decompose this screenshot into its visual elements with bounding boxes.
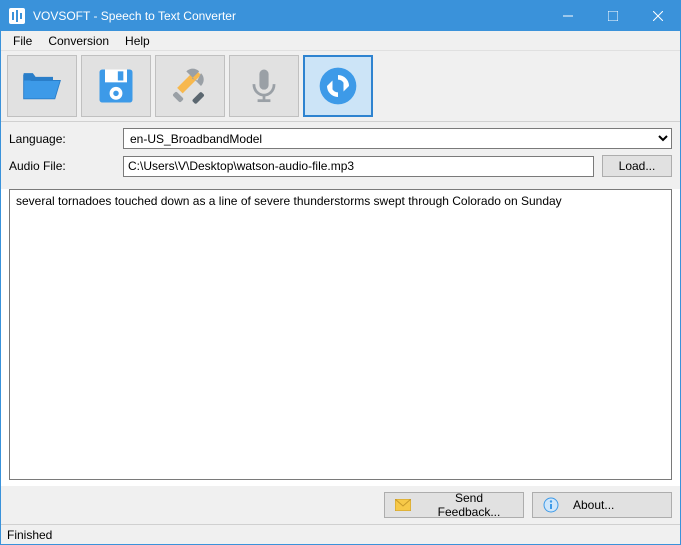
status-text: Finished: [7, 528, 52, 542]
about-label: About...: [573, 498, 614, 512]
send-feedback-label: Send Feedback...: [425, 491, 513, 519]
record-button[interactable]: [229, 55, 299, 117]
settings-button[interactable]: [155, 55, 225, 117]
language-select[interactable]: en-US_BroadbandModel: [123, 128, 672, 149]
send-feedback-button[interactable]: Send Feedback...: [384, 492, 524, 518]
language-row: Language: en-US_BroadbandModel: [9, 128, 672, 149]
save-icon: [94, 64, 138, 108]
close-button[interactable]: [635, 1, 680, 31]
output-text: several tornadoes touched down as a line…: [16, 194, 562, 208]
window-title: VOVSOFT - Speech to Text Converter: [33, 9, 545, 23]
info-icon: [543, 497, 559, 513]
statusbar: Finished: [1, 524, 680, 544]
window-controls: [545, 1, 680, 31]
tools-icon: [168, 64, 212, 108]
minimize-button[interactable]: [545, 1, 590, 31]
maximize-icon: [608, 11, 618, 21]
form-area: Language: en-US_BroadbandModel Audio Fil…: [1, 122, 680, 189]
output-textarea[interactable]: several tornadoes touched down as a line…: [9, 189, 672, 480]
app-icon: [9, 8, 25, 24]
audio-label: Audio File:: [9, 159, 119, 173]
audio-row: Audio File: Load...: [9, 155, 672, 177]
folder-open-icon: [20, 64, 64, 108]
open-button[interactable]: [7, 55, 77, 117]
refresh-icon: [316, 64, 360, 108]
menu-conversion[interactable]: Conversion: [40, 32, 117, 50]
save-button[interactable]: [81, 55, 151, 117]
maximize-button[interactable]: [590, 1, 635, 31]
menu-help[interactable]: Help: [117, 32, 158, 50]
language-label: Language:: [9, 132, 119, 146]
close-icon: [653, 11, 663, 21]
bottom-bar: Send Feedback... About...: [1, 486, 680, 524]
load-button[interactable]: Load...: [602, 155, 672, 177]
envelope-icon: [395, 497, 411, 513]
convert-button[interactable]: [303, 55, 373, 117]
toolbar: [1, 51, 680, 122]
titlebar: VOVSOFT - Speech to Text Converter: [1, 1, 680, 31]
minimize-icon: [563, 11, 573, 21]
microphone-icon: [242, 64, 286, 108]
menubar: File Conversion Help: [1, 31, 680, 51]
about-button[interactable]: About...: [532, 492, 672, 518]
audio-file-input[interactable]: [123, 156, 594, 177]
menu-file[interactable]: File: [5, 32, 40, 50]
